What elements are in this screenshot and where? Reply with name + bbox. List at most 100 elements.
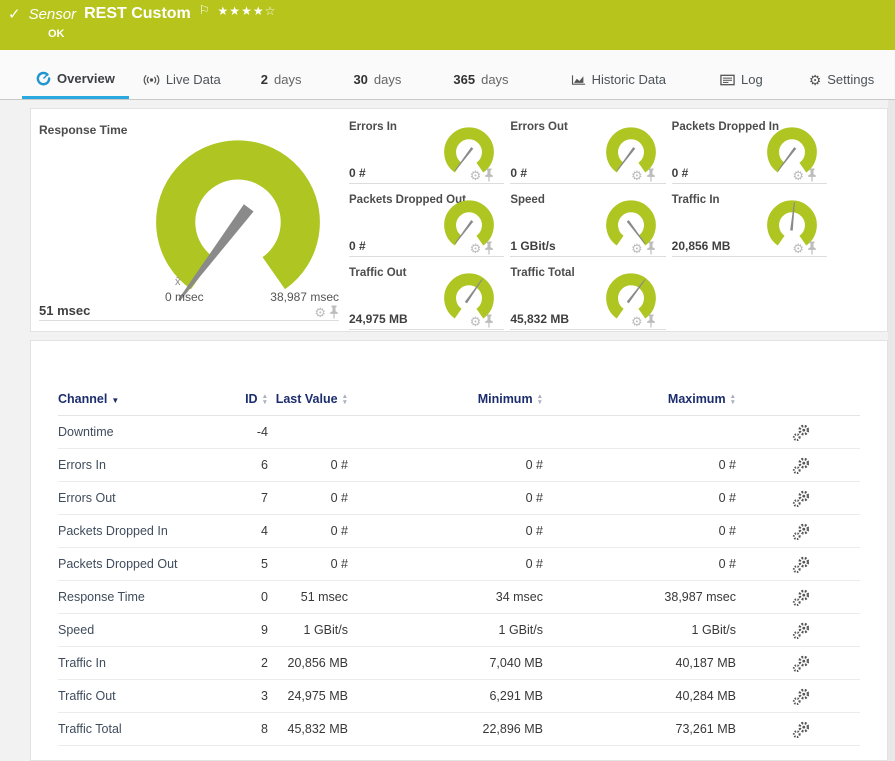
pin-icon[interactable]	[807, 168, 817, 182]
tab-30-days[interactable]: 30 days	[327, 61, 427, 99]
gear-icon[interactable]: ⚙	[470, 315, 482, 328]
gauge-current-value: 51 msec	[39, 303, 90, 318]
gauge-packets-dropped-out: Packets Dropped Out 0 # ⚙	[349, 190, 504, 257]
tab-suffix: days	[481, 62, 508, 98]
pin-icon[interactable]	[329, 305, 339, 319]
column-header-minimum[interactable]: Minimum▲▼	[348, 391, 543, 408]
column-label: Last Value	[276, 391, 338, 408]
gear-icon[interactable]: ⚙	[792, 242, 804, 255]
table-row-downtime: Downtime -4	[58, 416, 860, 449]
channel-settings-icon[interactable]	[792, 522, 809, 540]
pin-icon[interactable]	[646, 241, 656, 255]
live-signal-icon	[143, 74, 160, 86]
channel-id: -4	[213, 425, 268, 439]
channel-settings-icon[interactable]	[792, 654, 809, 672]
gear-icon[interactable]: ⚙	[314, 306, 326, 319]
channel-settings-icon[interactable]	[792, 555, 809, 573]
gauge-title: Speed	[510, 194, 545, 206]
tab-365-days[interactable]: 365 days	[427, 61, 534, 99]
pin-icon[interactable]	[484, 314, 494, 328]
gear-icon[interactable]: ⚙	[631, 242, 643, 255]
gauge-title: Errors In	[349, 121, 397, 133]
channel-id: 2	[213, 656, 268, 670]
tab-log[interactable]: Log	[706, 61, 777, 99]
channel-id: 6	[213, 458, 268, 472]
column-label: ID	[245, 391, 258, 408]
gauge-speed: Speed 1 GBit/s ⚙	[510, 190, 665, 257]
gear-icon[interactable]: ⚙	[631, 315, 643, 328]
sort-caret-icon: ▼	[111, 396, 119, 405]
channel-id: 7	[213, 491, 268, 505]
last-value: 24,975 MB	[268, 689, 348, 703]
gauge-min-label: 0 msec	[165, 290, 204, 304]
sensor-header: ✓ Sensor REST Custom ⚐ ★★★★☆ OK	[0, 0, 895, 50]
channel-id: 8	[213, 722, 268, 736]
tab-settings[interactable]: ⚙ Settings	[795, 61, 889, 99]
tab-overview[interactable]: Overview	[22, 61, 129, 99]
tab-2-days[interactable]: 2 days	[235, 61, 328, 99]
column-header-channel[interactable]: Channel▼	[58, 391, 213, 409]
channel-settings-icon[interactable]	[792, 687, 809, 705]
sort-arrows-icon: ▲▼	[730, 394, 736, 405]
gear-icon[interactable]: ⚙	[792, 169, 804, 182]
tab-suffix: days	[374, 62, 401, 98]
column-header-last-value[interactable]: Last Value▲▼	[268, 391, 348, 408]
maximum-value: 0 #	[543, 557, 736, 571]
minimum-value: 0 #	[348, 458, 543, 472]
gear-icon[interactable]: ⚙	[470, 242, 482, 255]
gauge-traffic-out: Traffic Out 24,975 MB ⚙	[349, 263, 504, 330]
tab-historic-data[interactable]: Historic Data	[557, 61, 680, 99]
gauge-title: Errors Out	[510, 121, 568, 133]
channel-id: 9	[213, 623, 268, 637]
column-header-id[interactable]: ID▲▼	[213, 391, 268, 408]
pin-icon[interactable]	[807, 241, 817, 255]
minimum-value: 6,291 MB	[348, 689, 543, 703]
channel-settings-icon[interactable]	[792, 720, 809, 738]
small-gauges-grid: Errors In 0 # ⚙ Errors Out 0 # ⚙	[349, 117, 827, 321]
maximum-value: 0 #	[543, 458, 736, 472]
channel-name: Packets Dropped In	[58, 524, 213, 538]
pin-icon[interactable]	[484, 168, 494, 182]
channel-settings-icon[interactable]	[792, 423, 809, 441]
table-row-response-time: Response Time 0 51 msec 34 msec 38,987 m…	[58, 581, 860, 614]
minimum-value: 0 #	[348, 524, 543, 538]
table-row-errors-in: Errors In 6 0 # 0 # 0 #	[58, 449, 860, 482]
response-time-gauge	[149, 133, 327, 297]
channel-settings-icon[interactable]	[792, 456, 809, 474]
channel-id: 0	[213, 590, 268, 604]
priority-stars[interactable]: ★★★★☆	[218, 4, 277, 18]
channel-id: 5	[213, 557, 268, 571]
pin-icon[interactable]	[646, 168, 656, 182]
last-value: 0 #	[268, 524, 348, 538]
gauge-value: 1 GBit/s	[510, 239, 555, 253]
gauge-value: 0 #	[349, 239, 366, 253]
tab-number: 30	[353, 62, 367, 98]
tab-suffix: days	[274, 62, 301, 98]
minimum-value: 0 #	[348, 491, 543, 505]
channel-settings-icon[interactable]	[792, 489, 809, 507]
minimum-value: 22,896 MB	[348, 722, 543, 736]
sensor-kind-label: Sensor	[29, 6, 77, 23]
gauge-value: 0 #	[349, 166, 366, 180]
gear-icon[interactable]: ⚙	[631, 169, 643, 182]
table-row-traffic-in: Traffic In 2 20,856 MB 7,040 MB 40,187 M…	[58, 647, 860, 680]
gauge-traffic-total: Traffic Total 45,832 MB ⚙	[510, 263, 665, 330]
tab-live-data[interactable]: Live Data	[129, 61, 235, 99]
channel-id: 4	[213, 524, 268, 538]
channel-name: Traffic Total	[58, 722, 213, 736]
channel-settings-icon[interactable]	[792, 588, 809, 606]
sensor-title: REST Custom	[84, 5, 191, 23]
maximum-value: 0 #	[543, 491, 736, 505]
gauge-value: 45,832 MB	[510, 312, 569, 326]
pin-icon[interactable]	[484, 241, 494, 255]
tab-label: Historic Data	[592, 62, 666, 98]
table-row-packets-dropped-out: Packets Dropped Out 5 0 # 0 # 0 #	[58, 548, 860, 581]
gear-icon[interactable]: ⚙	[470, 169, 482, 182]
pin-icon[interactable]	[646, 314, 656, 328]
column-header-maximum[interactable]: Maximum▲▼	[543, 391, 736, 408]
gauge-response-time: Response Time x̄ 0 msec 38,987 msec 51 m…	[39, 117, 339, 321]
channel-settings-icon[interactable]	[792, 621, 809, 639]
minimum-value: 0 #	[348, 557, 543, 571]
tab-label: Log	[741, 62, 763, 98]
scroll-gutter[interactable]	[888, 100, 895, 761]
